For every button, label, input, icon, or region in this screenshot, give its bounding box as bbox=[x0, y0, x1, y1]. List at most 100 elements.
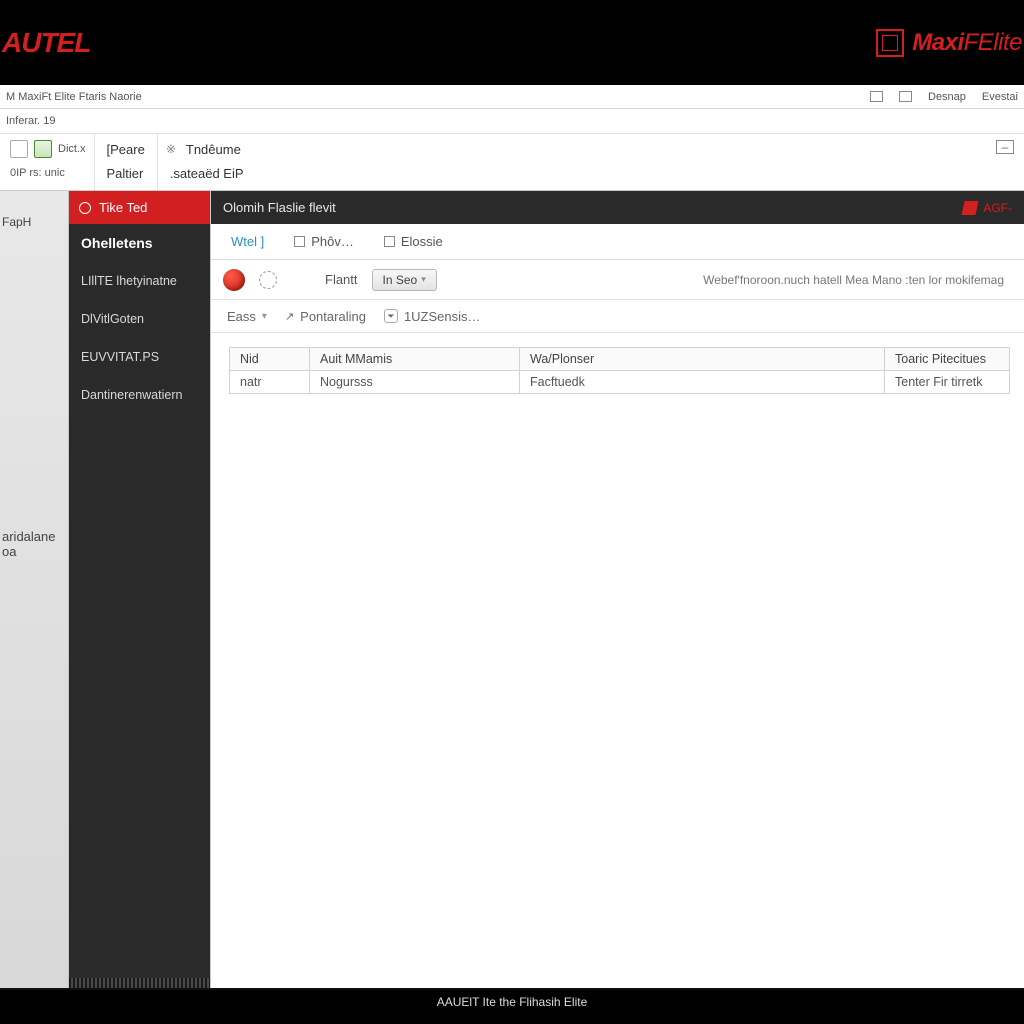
ribbon-collapse[interactable]: – bbox=[996, 134, 1024, 190]
chevron-down-icon: ▾ bbox=[421, 274, 426, 285]
square-icon bbox=[294, 236, 305, 247]
ribbon-g1-bottom: 0IP rs: unic bbox=[10, 167, 65, 179]
ribbon-icon-2[interactable] bbox=[34, 140, 52, 158]
sidebar-resize-track[interactable] bbox=[69, 978, 210, 988]
main-header-right-text: AGF- bbox=[983, 201, 1012, 215]
autel-logo: AUTEL bbox=[2, 27, 90, 59]
table-container: Nid Auit MMamis Wa/Plonser Toaric Piteci… bbox=[211, 333, 1024, 394]
table-header-row: Nid Auit MMamis Wa/Plonser Toaric Piteci… bbox=[230, 348, 1010, 371]
sidebar-item-dlvitl[interactable]: DlVitlGoten bbox=[69, 300, 210, 338]
ribbon-btn-tndeume[interactable]: Tndêume bbox=[182, 140, 245, 159]
window-icon-2[interactable] bbox=[899, 91, 912, 102]
filter-label: 1UZSensis… bbox=[404, 309, 481, 324]
ribbon-btn-paltier[interactable]: Paltier bbox=[103, 164, 148, 183]
window-title: M MaxiFt Elite Ftaris Naorie bbox=[6, 91, 142, 103]
product-logo-text: MaxiFElite bbox=[912, 29, 1022, 57]
cell-text: natr bbox=[240, 375, 262, 389]
left-gutter: FapH aridalane oa bbox=[0, 191, 69, 988]
cell-text: Nogursss bbox=[320, 375, 373, 389]
footer-text: AAUElT Ite the Flihasih Elite bbox=[437, 995, 588, 1009]
sidebar-item-lillte[interactable]: LIllTE lhetyinatne bbox=[69, 262, 210, 300]
product-logo-suffix: FElite bbox=[964, 29, 1022, 56]
left-gutter-label-2b: oa bbox=[2, 544, 68, 559]
titlebar-link-2[interactable]: Evestai bbox=[982, 91, 1018, 103]
sidebar-active-item[interactable]: Tike Ted bbox=[69, 191, 210, 224]
cell: Nogursss bbox=[310, 371, 520, 394]
sidebar-item-label: LIllTE lhetyinatne bbox=[81, 274, 177, 288]
gear-icon[interactable] bbox=[259, 271, 277, 289]
tab-label: Wtel ] bbox=[231, 234, 264, 249]
product-logo-icon bbox=[876, 29, 904, 57]
main-panel: Olomih Flaslie flevit AGF- Wtel ] Phôv… … bbox=[210, 191, 1024, 988]
ribbon-icon-1[interactable] bbox=[10, 140, 28, 158]
sidebar-item-dantiner[interactable]: Dantinerenwatiern bbox=[69, 376, 210, 414]
badge-icon bbox=[962, 201, 979, 215]
filter-label: Eass bbox=[227, 309, 256, 324]
action-row: Flantt In Seo ▾ Webef'fnoroon.nuch hatel… bbox=[211, 260, 1024, 300]
main-header: Olomih Flaslie flevit AGF- bbox=[211, 191, 1024, 224]
filter-1uzsensis[interactable]: ⏷ 1UZSensis… bbox=[384, 309, 481, 324]
tab-label: Elossie bbox=[401, 234, 443, 249]
titlebar-link-1[interactable]: Desnap bbox=[928, 91, 966, 103]
hint-text: Webef'fnoroon.nuch hatell Mea Mano :ten … bbox=[703, 273, 1012, 287]
col-nid[interactable]: Nid bbox=[230, 348, 310, 371]
sidebar-active-label: Tike Ted bbox=[99, 200, 147, 215]
product-logo: MaxiFElite bbox=[876, 29, 1022, 57]
filter-pontaraling[interactable]: ↗ Pontaraling bbox=[285, 309, 366, 324]
main-header-title: Olomih Flaslie flevit bbox=[223, 200, 336, 215]
tab-wtel[interactable]: Wtel ] bbox=[225, 230, 270, 253]
product-logo-prefix: Maxi bbox=[912, 29, 963, 56]
main-header-badge[interactable]: AGF- bbox=[963, 201, 1012, 215]
ribbon: Dict.x 0IP rs: unic [Peare Paltier ※Tndê… bbox=[0, 134, 1024, 191]
action-button-label: In Seo bbox=[383, 273, 418, 287]
filter-row: Eass ▾ ↗ Pontaraling ⏷ 1UZSensis… bbox=[211, 300, 1024, 333]
cell: Tenter Fir tirretk bbox=[885, 371, 1010, 394]
col-label: Wa/Plonser bbox=[530, 352, 594, 366]
sidebar-item-label: Ohelletens bbox=[81, 235, 153, 251]
tab-phov[interactable]: Phôv… bbox=[288, 230, 360, 253]
col-label: Toaric Pitecitues bbox=[895, 352, 986, 366]
left-gutter-label-2a: aridalane bbox=[2, 529, 68, 544]
data-table: Nid Auit MMamis Wa/Plonser Toaric Piteci… bbox=[229, 347, 1010, 394]
sub-toolbar: Inferar. 19 bbox=[0, 109, 1024, 134]
ribbon-group-2: [Peare Paltier bbox=[95, 134, 158, 190]
shield-icon[interactable] bbox=[223, 269, 245, 291]
ribbon-btn-peare[interactable]: [Peare bbox=[103, 140, 149, 159]
tab-elossie[interactable]: Elossie bbox=[378, 230, 449, 253]
table-row[interactable]: natr Nogursss Facftuedk Tenter Fir tirre… bbox=[230, 371, 1010, 394]
cell-text: Tenter Fir tirretk bbox=[895, 375, 983, 389]
sidebar-item-ohelletens[interactable]: Ohelletens bbox=[69, 224, 210, 262]
col-auit[interactable]: Auit MMamis bbox=[310, 348, 520, 371]
col-waplonser[interactable]: Wa/Plonser bbox=[520, 348, 885, 371]
window-icon-1[interactable] bbox=[870, 91, 883, 102]
col-toaric[interactable]: Toaric Pitecitues bbox=[885, 348, 1010, 371]
tabs-row: Wtel ] Phôv… Elossie bbox=[211, 224, 1024, 260]
ribbon-group-3: ※Tndêume .sateaëd EiP bbox=[158, 134, 256, 190]
sidebar: Tike Ted Ohelletens LIllTE lhetyinatne D… bbox=[69, 191, 210, 988]
window-titlebar: M MaxiFt Elite Ftaris Naorie Desnap Eves… bbox=[0, 85, 1024, 109]
chevron-down-icon: ▾ bbox=[262, 311, 267, 322]
tab-label: Phôv… bbox=[311, 234, 354, 249]
action-label: Flantt bbox=[325, 272, 358, 287]
cell: natr bbox=[230, 371, 310, 394]
square-icon bbox=[384, 236, 395, 247]
sidebar-item-label: DlVitlGoten bbox=[81, 312, 144, 326]
circle-icon bbox=[79, 202, 91, 214]
sidebar-item-label: EUVVITAT.PS bbox=[81, 350, 159, 364]
filter-label: Pontaraling bbox=[300, 309, 366, 324]
ribbon-group-1: Dict.x 0IP rs: unic bbox=[2, 134, 95, 190]
footer-bar: AAUElT Ite the Flihasih Elite bbox=[0, 988, 1024, 1016]
sidebar-item-label: Dantinerenwatiern bbox=[81, 388, 182, 402]
sub-toolbar-text: Inferar. 19 bbox=[6, 115, 56, 127]
ribbon-btn-sateaed[interactable]: .sateaëd EiP bbox=[166, 164, 248, 183]
cell: Facftuedk bbox=[520, 371, 885, 394]
filter-eass[interactable]: Eass ▾ bbox=[227, 309, 267, 324]
col-label: Auit MMamis bbox=[320, 352, 392, 366]
sidebar-item-euvvitat[interactable]: EUVVITAT.PS bbox=[69, 338, 210, 376]
ribbon-icon-2-label: Dict.x bbox=[58, 143, 86, 155]
brand-banner: AUTEL MaxiFElite bbox=[0, 0, 1024, 85]
badge-icon: ⏷ bbox=[384, 309, 398, 323]
up-arrow-icon: ↗ bbox=[285, 310, 294, 323]
in-seo-button[interactable]: In Seo ▾ bbox=[372, 269, 437, 291]
col-label: Nid bbox=[240, 352, 259, 366]
